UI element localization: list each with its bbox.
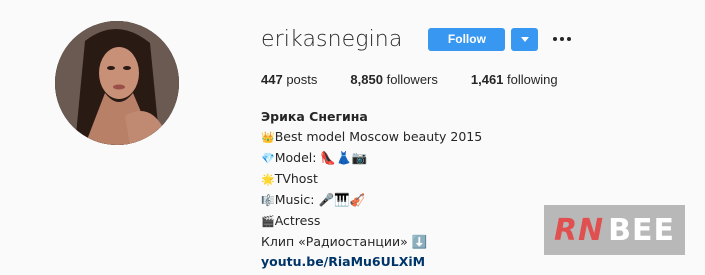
bio-line: 👑Best model Moscow beauty 2015 [261,129,483,144]
posts-label: posts [286,72,318,87]
following-label: following [507,72,558,87]
profile-bio: Эрика Снегина 👑Best model Moscow beauty … [261,107,482,272]
full-name: Эрика Снегина [261,109,368,124]
more-options-icon [560,37,565,41]
bio-link[interactable]: youtu.be/RiaMu6ULXiM [261,254,425,269]
bio-line: 🎼Music: 🎤🎹🎻 [261,192,366,207]
watermark-part1: RN [553,212,605,248]
followers-stat[interactable]: 8,850 followers [350,72,437,87]
bio-line: 🎬Actress [261,213,321,228]
following-count: 1,461 [470,72,504,87]
diamond-icon: 💎 [261,152,275,165]
star-icon: 🌟 [261,173,275,186]
posts-count: 447 [261,72,283,87]
bio-line: Клип «Радиостанции» ⬇️ [261,234,428,249]
followers-label: followers [386,72,438,87]
bio-line: 💎Model: 👠👗📷 [261,150,368,165]
profile-stats: 447 posts 8,850 followers 1,461 followin… [261,72,591,87]
follow-button[interactable]: Follow [428,27,506,51]
crown-icon: 👑 [261,131,275,144]
more-options-button[interactable] [553,37,572,41]
chevron-down-icon [520,36,529,42]
avatar[interactable] [55,21,179,145]
username: erikasnegina [261,26,403,52]
clapper-icon: 🎬 [261,215,275,228]
following-stat[interactable]: 1,461 following [471,72,558,87]
watermark-part2: BEE [608,212,676,248]
suggestions-dropdown-button[interactable] [511,27,539,51]
music-icon: 🎼 [261,194,275,207]
avatar-image [55,21,179,145]
followers-count: 8,850 [350,72,383,87]
more-options-icon [553,37,558,41]
bio-line: 🌟TVhost [261,171,318,186]
posts-stat: 447 posts [261,72,317,87]
more-options-icon [567,37,572,41]
profile-header: erikasnegina Follow [261,26,572,52]
watermark-logo: RN BEE [544,205,685,255]
